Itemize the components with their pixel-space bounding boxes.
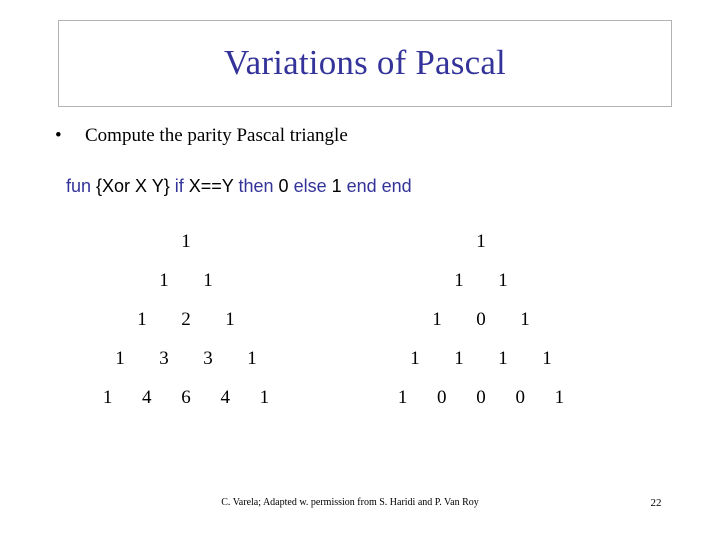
footer-credit: C. Varela; Adapted w. permission from S.… — [221, 497, 479, 508]
triangle-cell: 1 — [259, 387, 270, 408]
triangle-cell: 1 — [247, 348, 257, 369]
code-token-literal: 1 — [331, 176, 347, 196]
triangle-cell: 1 — [181, 231, 191, 252]
code-token-literal: 0 — [278, 176, 294, 196]
triangle-row: 1 4 6 4 1 — [88, 388, 284, 427]
triangle-row: 1 1 1 1 — [383, 349, 579, 388]
code-token-literal: {Xor X Y} — [96, 176, 175, 196]
title-box: Variations of Pascal — [58, 20, 672, 107]
page-title: Variations of Pascal — [224, 43, 506, 83]
triangle-cell: 1 — [432, 309, 442, 330]
triangle-cell: 1 — [498, 348, 508, 369]
triangle-cell: 1 — [410, 348, 420, 369]
triangle-cell: 1 — [203, 270, 213, 291]
code-token-keyword: end end — [346, 176, 412, 196]
triangle-cell: 0 — [476, 309, 486, 330]
triangle-cell: 1 — [137, 309, 147, 330]
triangle-row: 1 2 1 — [88, 310, 284, 349]
code-token-keyword: then — [238, 176, 279, 196]
triangle-cell: 1 — [554, 387, 565, 408]
code-snippet: fun {Xor X Y} if X==Y then 0 else 1 end … — [66, 176, 412, 197]
code-token-keyword: fun — [66, 176, 97, 196]
triangle-row: 11 — [88, 271, 284, 310]
triangle-cell: 4 — [142, 387, 152, 408]
triangle-cell: 0 — [437, 387, 447, 408]
triangle-row: 11 — [383, 271, 579, 310]
pascal-triangle: 111121133114641 — [88, 232, 284, 427]
page-number: 22 — [650, 497, 662, 509]
bullet-list-item: • Compute the parity Pascal triangle — [55, 126, 348, 145]
triangle-row: 1 0 0 0 1 — [383, 388, 579, 427]
triangle-cell: 1 — [102, 387, 113, 408]
triangle-row: 1 0 1 — [383, 310, 579, 349]
triangle-row: 1 — [383, 232, 579, 271]
triangle-cell: 1 — [159, 270, 169, 291]
triangle-cell: 3 — [203, 348, 213, 369]
triangle-cell: 0 — [476, 387, 486, 408]
slide-canvas: { "slide": { "title": "Variations of Pas… — [0, 0, 720, 540]
parity-pascal-triangle: 111101111110001 — [383, 232, 579, 427]
code-token-keyword: else — [293, 176, 332, 196]
triangle-cell: 1 — [454, 270, 464, 291]
triangle-cell: 1 — [397, 387, 408, 408]
triangle-cell: 1 — [476, 231, 486, 252]
triangle-cell: 1 — [520, 309, 530, 330]
triangle-cell: 0 — [515, 387, 525, 408]
triangle-cell: 1 — [498, 270, 508, 291]
triangle-cell: 1 — [225, 309, 235, 330]
code-token-literal: X==Y — [188, 176, 239, 196]
triangle-cell: 3 — [159, 348, 169, 369]
triangle-cell: 1 — [454, 348, 464, 369]
code-token-keyword: if — [174, 176, 189, 196]
triangle-cell: 4 — [220, 387, 230, 408]
triangle-cell: 6 — [181, 387, 191, 408]
triangle-cell: 1 — [542, 348, 552, 369]
bullet-marker-icon: • — [55, 125, 62, 146]
triangle-row: 1 — [88, 232, 284, 271]
triangle-cell: 2 — [181, 309, 191, 330]
triangle-cell: 1 — [115, 348, 125, 369]
triangle-row: 1 3 3 1 — [88, 349, 284, 388]
bullet-item-label: Compute the parity Pascal triangle — [85, 125, 348, 146]
